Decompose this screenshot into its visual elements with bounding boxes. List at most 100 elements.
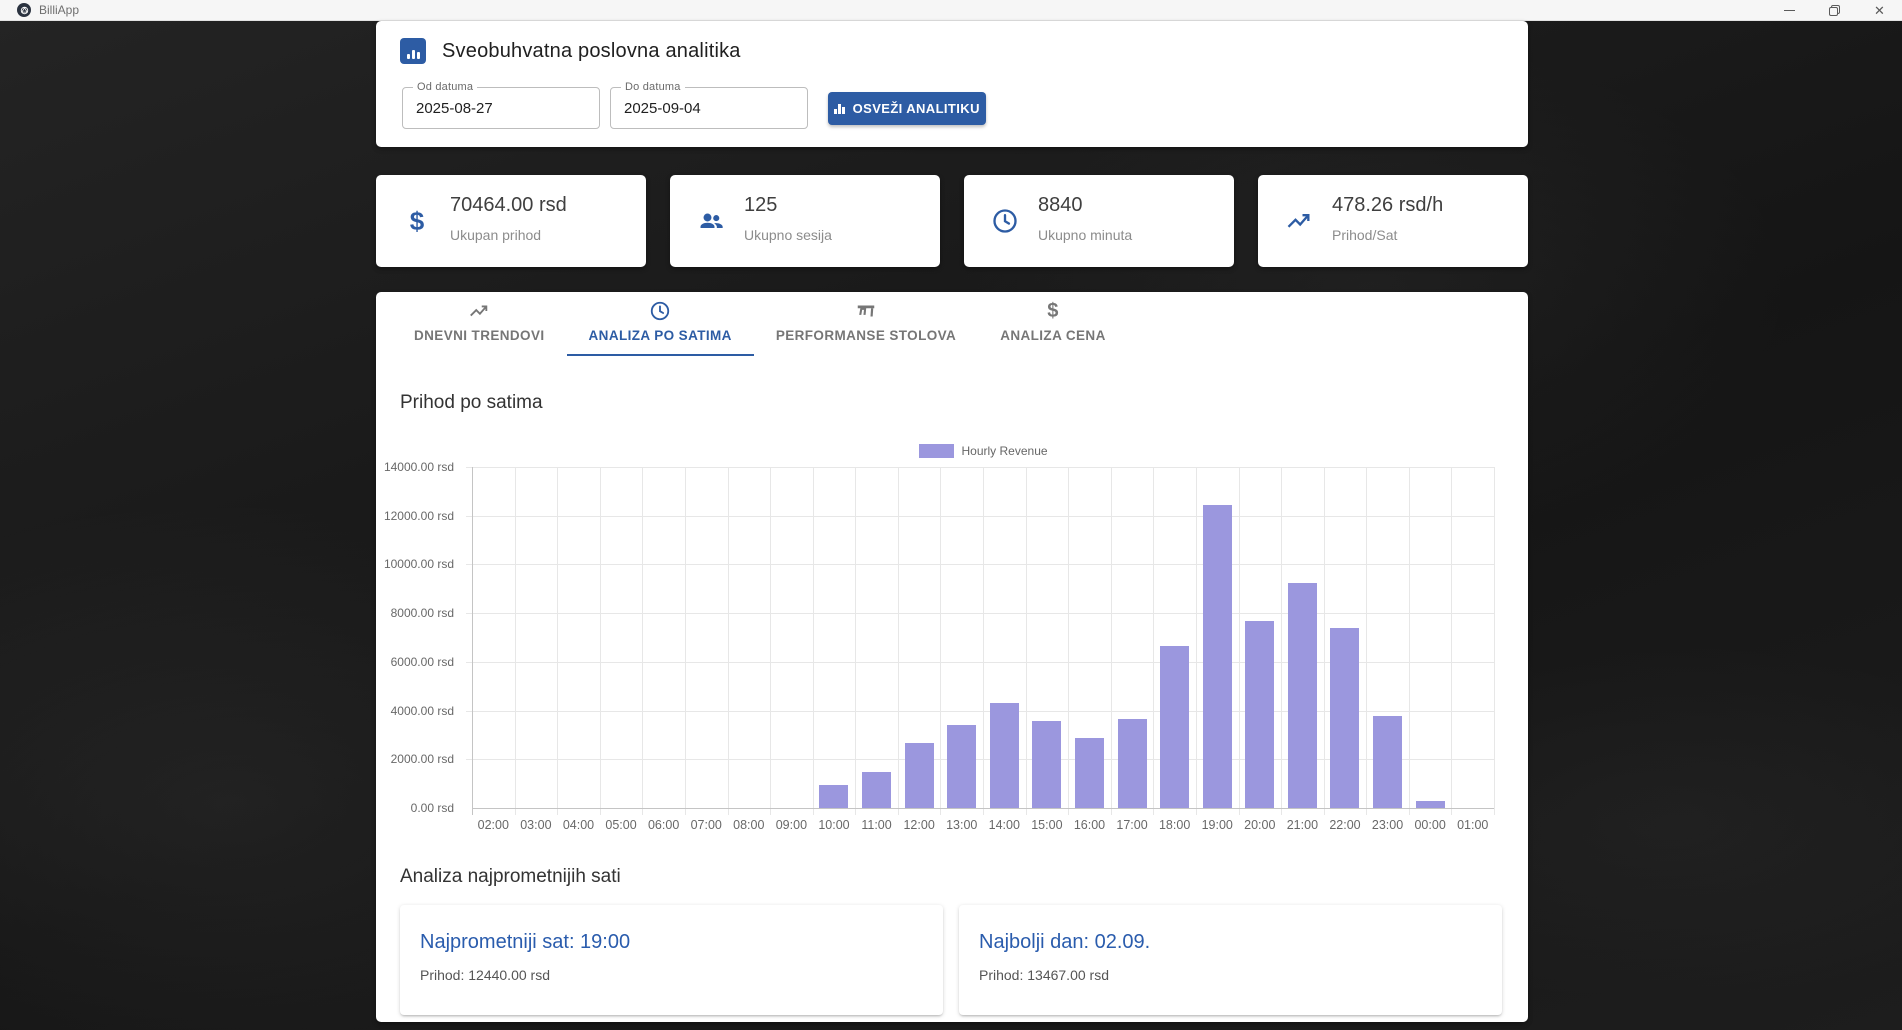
- stat-label: Ukupno sesija: [744, 224, 832, 246]
- y-gridline: [466, 613, 1494, 614]
- x-axis-tick-label: 20:00: [1238, 818, 1282, 832]
- x-axis-tick-label: 14:00: [982, 818, 1026, 832]
- stat-value: 8840: [1038, 192, 1132, 218]
- tab-dnevni-trendovi[interactable]: DNEVNI TRENDOVI: [392, 292, 567, 356]
- y-gridline: [466, 516, 1494, 517]
- x-gridline: [770, 467, 771, 815]
- restore-button[interactable]: [1812, 0, 1857, 20]
- revenue-bar: [1245, 621, 1274, 808]
- revenue-bar: [1203, 505, 1232, 808]
- analytics-header-panel: Sveobuhvatna poslovna analitika Od datum…: [376, 21, 1528, 147]
- minimize-button[interactable]: [1767, 0, 1812, 20]
- y-gridline: [466, 564, 1494, 565]
- x-gridline: [685, 467, 686, 815]
- revenue-bar: [819, 785, 848, 808]
- revenue-bar: [1160, 646, 1189, 808]
- minimize-icon: [1784, 10, 1795, 11]
- close-icon: ✕: [1874, 4, 1885, 17]
- trending-up-icon: [468, 300, 490, 322]
- stat-card-revenue-per-hour: 478.26 rsd/h Prihod/Sat: [1258, 175, 1528, 267]
- x-gridline: [1196, 467, 1197, 815]
- clock-icon: [649, 300, 671, 322]
- y-axis-tick-label: 10000.00 rsd: [334, 557, 454, 571]
- date-to-input[interactable]: [611, 88, 807, 128]
- tab-analiza-po-satima[interactable]: ANALIZA PO SATIMA: [567, 292, 754, 356]
- x-axis-tick-label: 01:00: [1451, 818, 1495, 832]
- page-title: Sveobuhvatna poslovna analitika: [442, 40, 741, 63]
- x-gridline: [557, 467, 558, 815]
- date-from-input[interactable]: [403, 88, 599, 128]
- legend-swatch: [919, 444, 954, 458]
- x-gridline: [728, 467, 729, 815]
- stat-label: Ukupno minuta: [1038, 224, 1132, 246]
- x-axis-tick-label: 15:00: [1025, 818, 1069, 832]
- chart-legend: Hourly Revenue: [919, 444, 1048, 458]
- revenue-bar: [1118, 719, 1147, 808]
- x-gridline: [1324, 467, 1325, 815]
- tab-performanse-stolova[interactable]: PERFORMANSE STOLOVA: [754, 292, 978, 356]
- x-axis-tick-label: 02:00: [471, 818, 515, 832]
- table-icon: [855, 300, 877, 322]
- y-axis-tick-label: 8000.00 rsd: [334, 606, 454, 620]
- y-axis-line: [472, 467, 473, 815]
- x-axis-tick-label: 16:00: [1067, 818, 1111, 832]
- people-icon: [696, 206, 726, 236]
- x-gridline: [600, 467, 601, 815]
- y-axis-tick-label: 14000.00 rsd: [334, 460, 454, 474]
- best-day-title: Najbolji dan: 02.09.: [979, 931, 1150, 954]
- revenue-bar: [1416, 801, 1445, 808]
- revenue-bar: [1075, 738, 1104, 808]
- close-button[interactable]: ✕: [1857, 0, 1902, 20]
- x-gridline: [1409, 467, 1410, 815]
- y-axis-tick-label: 4000.00 rsd: [334, 704, 454, 718]
- x-axis-tick-label: 23:00: [1366, 818, 1410, 832]
- x-gridline: [1068, 467, 1069, 815]
- x-gridline: [983, 467, 984, 815]
- revenue-bar: [1288, 583, 1317, 808]
- stat-value: 70464.00 rsd: [450, 192, 567, 218]
- revenue-bar: [1330, 628, 1359, 808]
- x-axis-tick-label: 18:00: [1153, 818, 1197, 832]
- x-gridline: [1281, 467, 1282, 815]
- revenue-bar: [905, 743, 934, 808]
- date-from-field[interactable]: Od datuma: [402, 87, 600, 129]
- y-axis-tick-label: 2000.00 rsd: [334, 752, 454, 766]
- x-axis-line: [472, 808, 1494, 809]
- x-axis-tick-label: 12:00: [897, 818, 941, 832]
- x-axis-tick-label: 00:00: [1408, 818, 1452, 832]
- x-axis-tick-label: 06:00: [642, 818, 686, 832]
- x-gridline: [855, 467, 856, 815]
- busiest-hours-heading: Analiza najprometnijih sati: [400, 866, 621, 888]
- x-gridline: [1451, 467, 1452, 815]
- tab-analiza-cena[interactable]: $ ANALIZA CENA: [978, 292, 1128, 356]
- best-day-card: Najbolji dan: 02.09. Prihod: 13467.00 rs…: [959, 905, 1502, 1015]
- y-axis-tick-label: 12000.00 rsd: [334, 509, 454, 523]
- x-gridline: [898, 467, 899, 815]
- analytics-icon: [400, 38, 426, 64]
- x-axis-tick-label: 08:00: [727, 818, 771, 832]
- window-title: BilliApp: [39, 3, 79, 17]
- x-axis-tick-label: 05:00: [599, 818, 643, 832]
- stat-label: Prihod/Sat: [1332, 224, 1443, 246]
- best-day-revenue: Prihod: 13467.00 rsd: [979, 967, 1109, 983]
- busiest-hour-revenue: Prihod: 12440.00 rsd: [420, 967, 550, 983]
- date-to-field[interactable]: Do datuma: [610, 87, 808, 129]
- dollar-icon: $: [1047, 300, 1059, 322]
- app-logo-icon: [17, 3, 31, 17]
- revenue-bar: [1032, 721, 1061, 808]
- x-gridline: [1111, 467, 1112, 815]
- clock-icon: [990, 206, 1020, 236]
- x-axis-tick-label: 11:00: [855, 818, 899, 832]
- x-axis-tick-label: 22:00: [1323, 818, 1367, 832]
- revenue-bar: [947, 725, 976, 808]
- x-gridline: [515, 467, 516, 815]
- refresh-analytics-button[interactable]: OSVEŽI ANALITIKU: [828, 92, 986, 125]
- legend-label: Hourly Revenue: [962, 444, 1048, 458]
- x-axis-tick-label: 10:00: [812, 818, 856, 832]
- stat-card-total-minutes: 8840 Ukupno minuta: [964, 175, 1234, 267]
- x-gridline: [1239, 467, 1240, 815]
- x-gridline: [940, 467, 941, 815]
- window-title-bar: BilliApp ✕: [0, 0, 1902, 21]
- x-axis-tick-label: 03:00: [514, 818, 558, 832]
- chart-title: Prihod po satima: [400, 392, 543, 414]
